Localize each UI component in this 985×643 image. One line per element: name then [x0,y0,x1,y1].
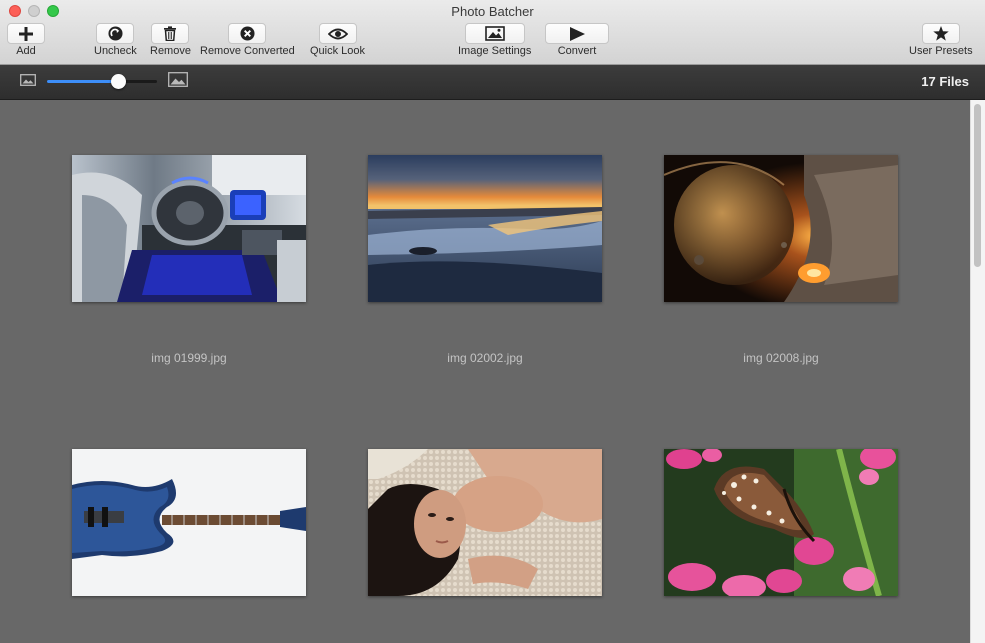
convert-button[interactable]: Convert [545,23,609,58]
user-presets-button[interactable]: User Presets [909,23,973,58]
remove-converted-label: Remove Converted [200,45,295,57]
thumbnail-size-slider[interactable] [47,73,157,91]
vertical-scrollbar[interactable] [970,100,985,643]
thumbnail-image[interactable] [368,449,602,596]
thumbnail-item[interactable] [664,449,898,643]
image-settings-label: Image Settings [458,45,532,57]
trash-icon [164,26,177,41]
thumbnail-item[interactable]: img 02008.jpg [664,155,898,365]
file-name: img 02008.jpg [743,351,819,365]
thumbnail-item[interactable]: img 01999.jpg [72,155,306,365]
add-button[interactable]: Add [7,23,45,58]
quick-look-label: Quick Look [310,45,366,57]
thumbnail-item[interactable] [368,449,602,643]
x-circle-icon [240,26,255,41]
thumbnail-image[interactable] [368,155,602,302]
quick-look-button[interactable]: Quick Look [310,23,365,58]
scrollbar-thumb[interactable] [974,104,981,267]
file-count: 17 Files [921,74,969,89]
toolbar: Photo Batcher Add Uncheck Remove Remove … [0,0,985,65]
thumbnail-item[interactable]: img 02002.jpg [368,155,602,365]
remove-label: Remove [150,45,191,57]
thumbnail-image[interactable] [72,449,306,596]
convert-label: Convert [557,45,597,57]
thumbnail-item[interactable] [72,449,306,643]
slider-fill [47,80,118,83]
add-label: Add [16,45,36,57]
thumbnail-size-bar: 17 Files [0,65,985,100]
remove-button[interactable]: Remove [150,23,191,58]
uncheck-label: Uncheck [94,45,137,57]
thumbnail-grid: img 01999.jpg img 02002.jpg img 02008.jp… [0,100,970,643]
file-name: img 01999.jpg [151,351,227,365]
thumbnail-image[interactable] [664,449,898,596]
remove-converted-button[interactable]: Remove Converted [200,23,295,58]
star-icon [933,26,949,41]
thumbnail-image[interactable] [72,155,306,302]
window-title: Photo Batcher [451,4,534,19]
play-icon [570,26,585,41]
user-presets-label: User Presets [909,45,973,57]
file-name: img 02002.jpg [447,351,523,365]
app-window: Photo Batcher Add Uncheck Remove Remove … [0,0,985,643]
large-image-icon[interactable] [168,72,188,87]
thumbnail-image[interactable] [664,155,898,302]
redo-icon [108,26,123,41]
image-settings-button[interactable]: Image Settings [458,23,531,58]
slider-knob[interactable] [111,74,126,89]
eye-icon [327,28,348,39]
uncheck-button[interactable]: Uncheck [94,23,137,58]
picture-icon [484,26,505,41]
small-image-icon[interactable] [20,74,36,86]
plus-icon [19,26,33,41]
